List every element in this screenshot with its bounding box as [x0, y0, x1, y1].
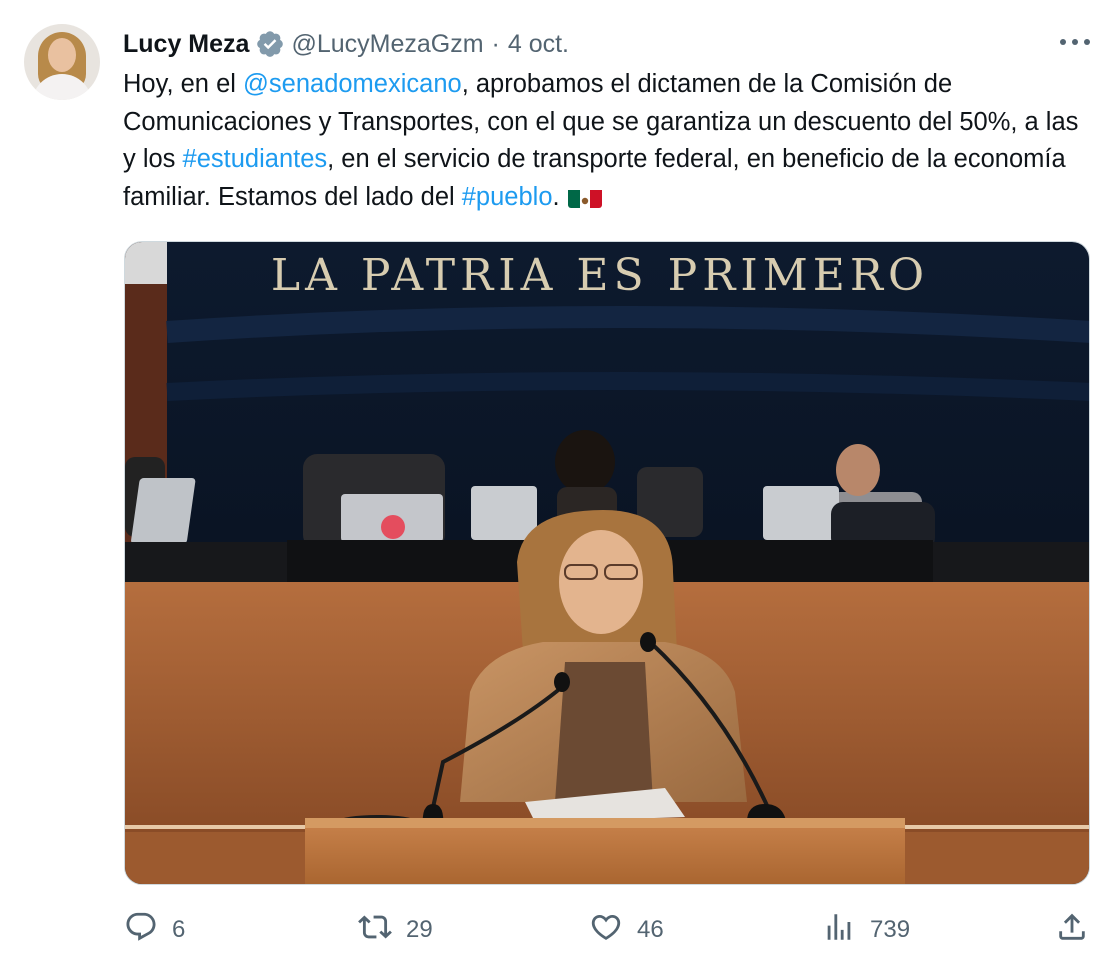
mention-link[interactable]: @senadomexicano — [243, 70, 462, 98]
banner-text: LA PATRIA ES PRIMERO — [271, 250, 929, 301]
author-name[interactable]: Lucy Meza — [123, 30, 249, 59]
tweet-text: Hoy, en el @senadomexicano, aprobamos el… — [123, 66, 1083, 217]
tweet: Lucy Meza @LucyMezaGzm · 4 oct. Hoy, en … — [0, 0, 1120, 969]
tweet-text-part: . — [552, 183, 560, 212]
retweet-count: 29 — [406, 916, 433, 943]
avatar[interactable] — [24, 24, 100, 100]
header-separator: · — [491, 29, 500, 58]
mexico-flag-icon — [567, 186, 602, 209]
views-chart-icon — [822, 910, 856, 951]
tweet-actions: 6 29 46 739 — [120, 908, 1095, 952]
like-button[interactable]: 46 — [589, 908, 664, 952]
tweet-date[interactable]: 4 oct. — [508, 30, 569, 59]
tweet-header: Lucy Meza @LucyMezaGzm · 4 oct. — [123, 28, 569, 60]
hashtag-link-estudiantes[interactable]: #estudiantes — [183, 145, 328, 173]
verified-badge-icon — [255, 29, 285, 59]
retweet-icon — [358, 910, 392, 951]
author-handle[interactable]: @LucyMezaGzm — [291, 30, 483, 59]
views-count: 739 — [870, 916, 911, 943]
reply-icon — [124, 910, 158, 951]
heart-icon — [589, 910, 623, 951]
more-options-icon[interactable] — [1060, 30, 1090, 54]
tweet-text-part: Hoy, en el — [123, 70, 244, 98]
reply-count: 6 — [172, 916, 186, 943]
tweet-photo[interactable]: LA PATRIA ES PRIMERO — [124, 241, 1090, 885]
views-button[interactable]: 739 — [822, 908, 910, 952]
retweet-button[interactable]: 29 — [358, 908, 433, 952]
share-icon — [1055, 910, 1089, 951]
reply-button[interactable]: 6 — [124, 908, 185, 952]
like-count: 46 — [637, 916, 664, 943]
share-button[interactable] — [1055, 908, 1089, 952]
hashtag-link-pueblo[interactable]: #pueblo — [462, 183, 553, 211]
